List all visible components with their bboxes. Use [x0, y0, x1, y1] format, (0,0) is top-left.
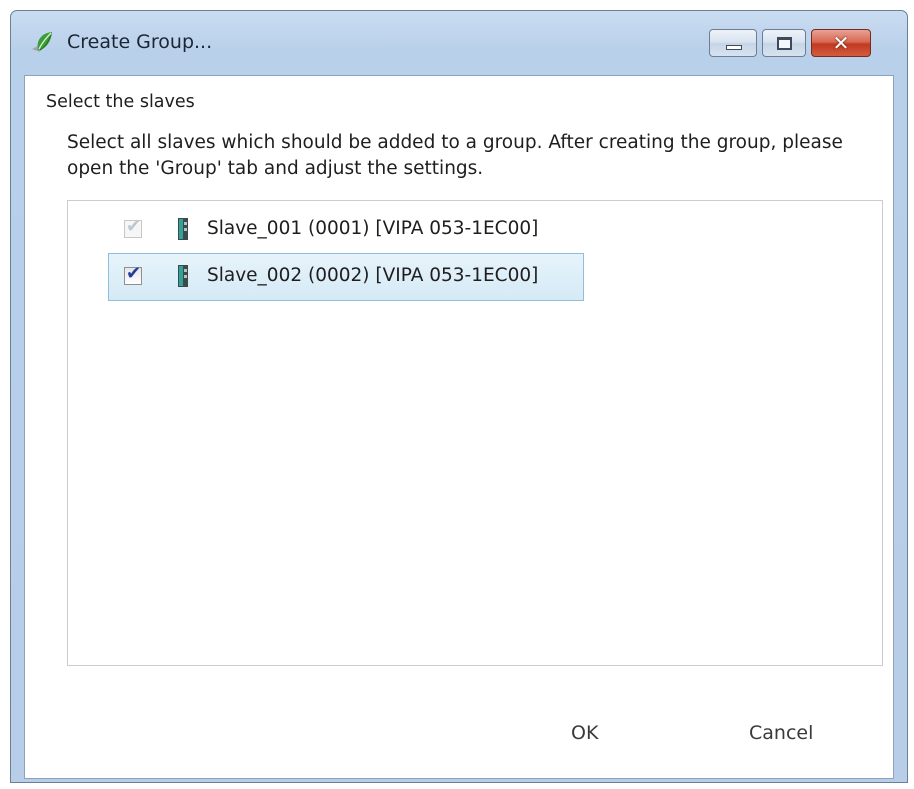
maximize-button[interactable] [762, 29, 806, 57]
slave-device-icon [178, 265, 188, 287]
slave-list-item-selected[interactable]: ✔ Slave_002 (0002) [VIPA 053-1EC00] [108, 253, 584, 301]
minimize-icon [726, 45, 742, 50]
ok-button[interactable]: OK [565, 722, 604, 744]
minimize-button[interactable] [709, 29, 757, 57]
cancel-button[interactable]: Cancel [743, 722, 819, 744]
instructions-text: Select all slaves which should be added … [67, 132, 843, 179]
window-title: Create Group... [67, 31, 213, 53]
title-bar[interactable]: Create Group... ✕ [11, 11, 907, 73]
section-title: Select the slaves [46, 92, 195, 112]
create-group-dialog: Create Group... ✕ Select the slaves Sele… [10, 10, 908, 783]
green-leaf-app-icon [32, 32, 52, 52]
dialog-content: Select the slaves Select all slaves whic… [24, 75, 894, 779]
slave-device-icon [178, 218, 188, 240]
slave-checkbox[interactable]: ✔ [124, 263, 142, 285]
slave-list-item[interactable]: ✔ Slave_001 (0001) [VIPA 053-1EC00] [108, 206, 586, 254]
check-icon: ✔ [126, 263, 142, 284]
slave-label: Slave_002 (0002) [VIPA 053-1EC00] [207, 265, 539, 286]
close-button[interactable]: ✕ [811, 29, 871, 57]
slave-label: Slave_001 (0001) [VIPA 053-1EC00] [207, 218, 539, 239]
check-icon: ✔ [126, 216, 142, 237]
close-icon: ✕ [832, 31, 850, 55]
slave-checkbox: ✔ [124, 216, 142, 238]
slave-list[interactable]: ✔ Slave_001 (0001) [VIPA 053-1EC00] ✔ Sl… [67, 200, 883, 666]
maximize-icon [777, 37, 792, 50]
